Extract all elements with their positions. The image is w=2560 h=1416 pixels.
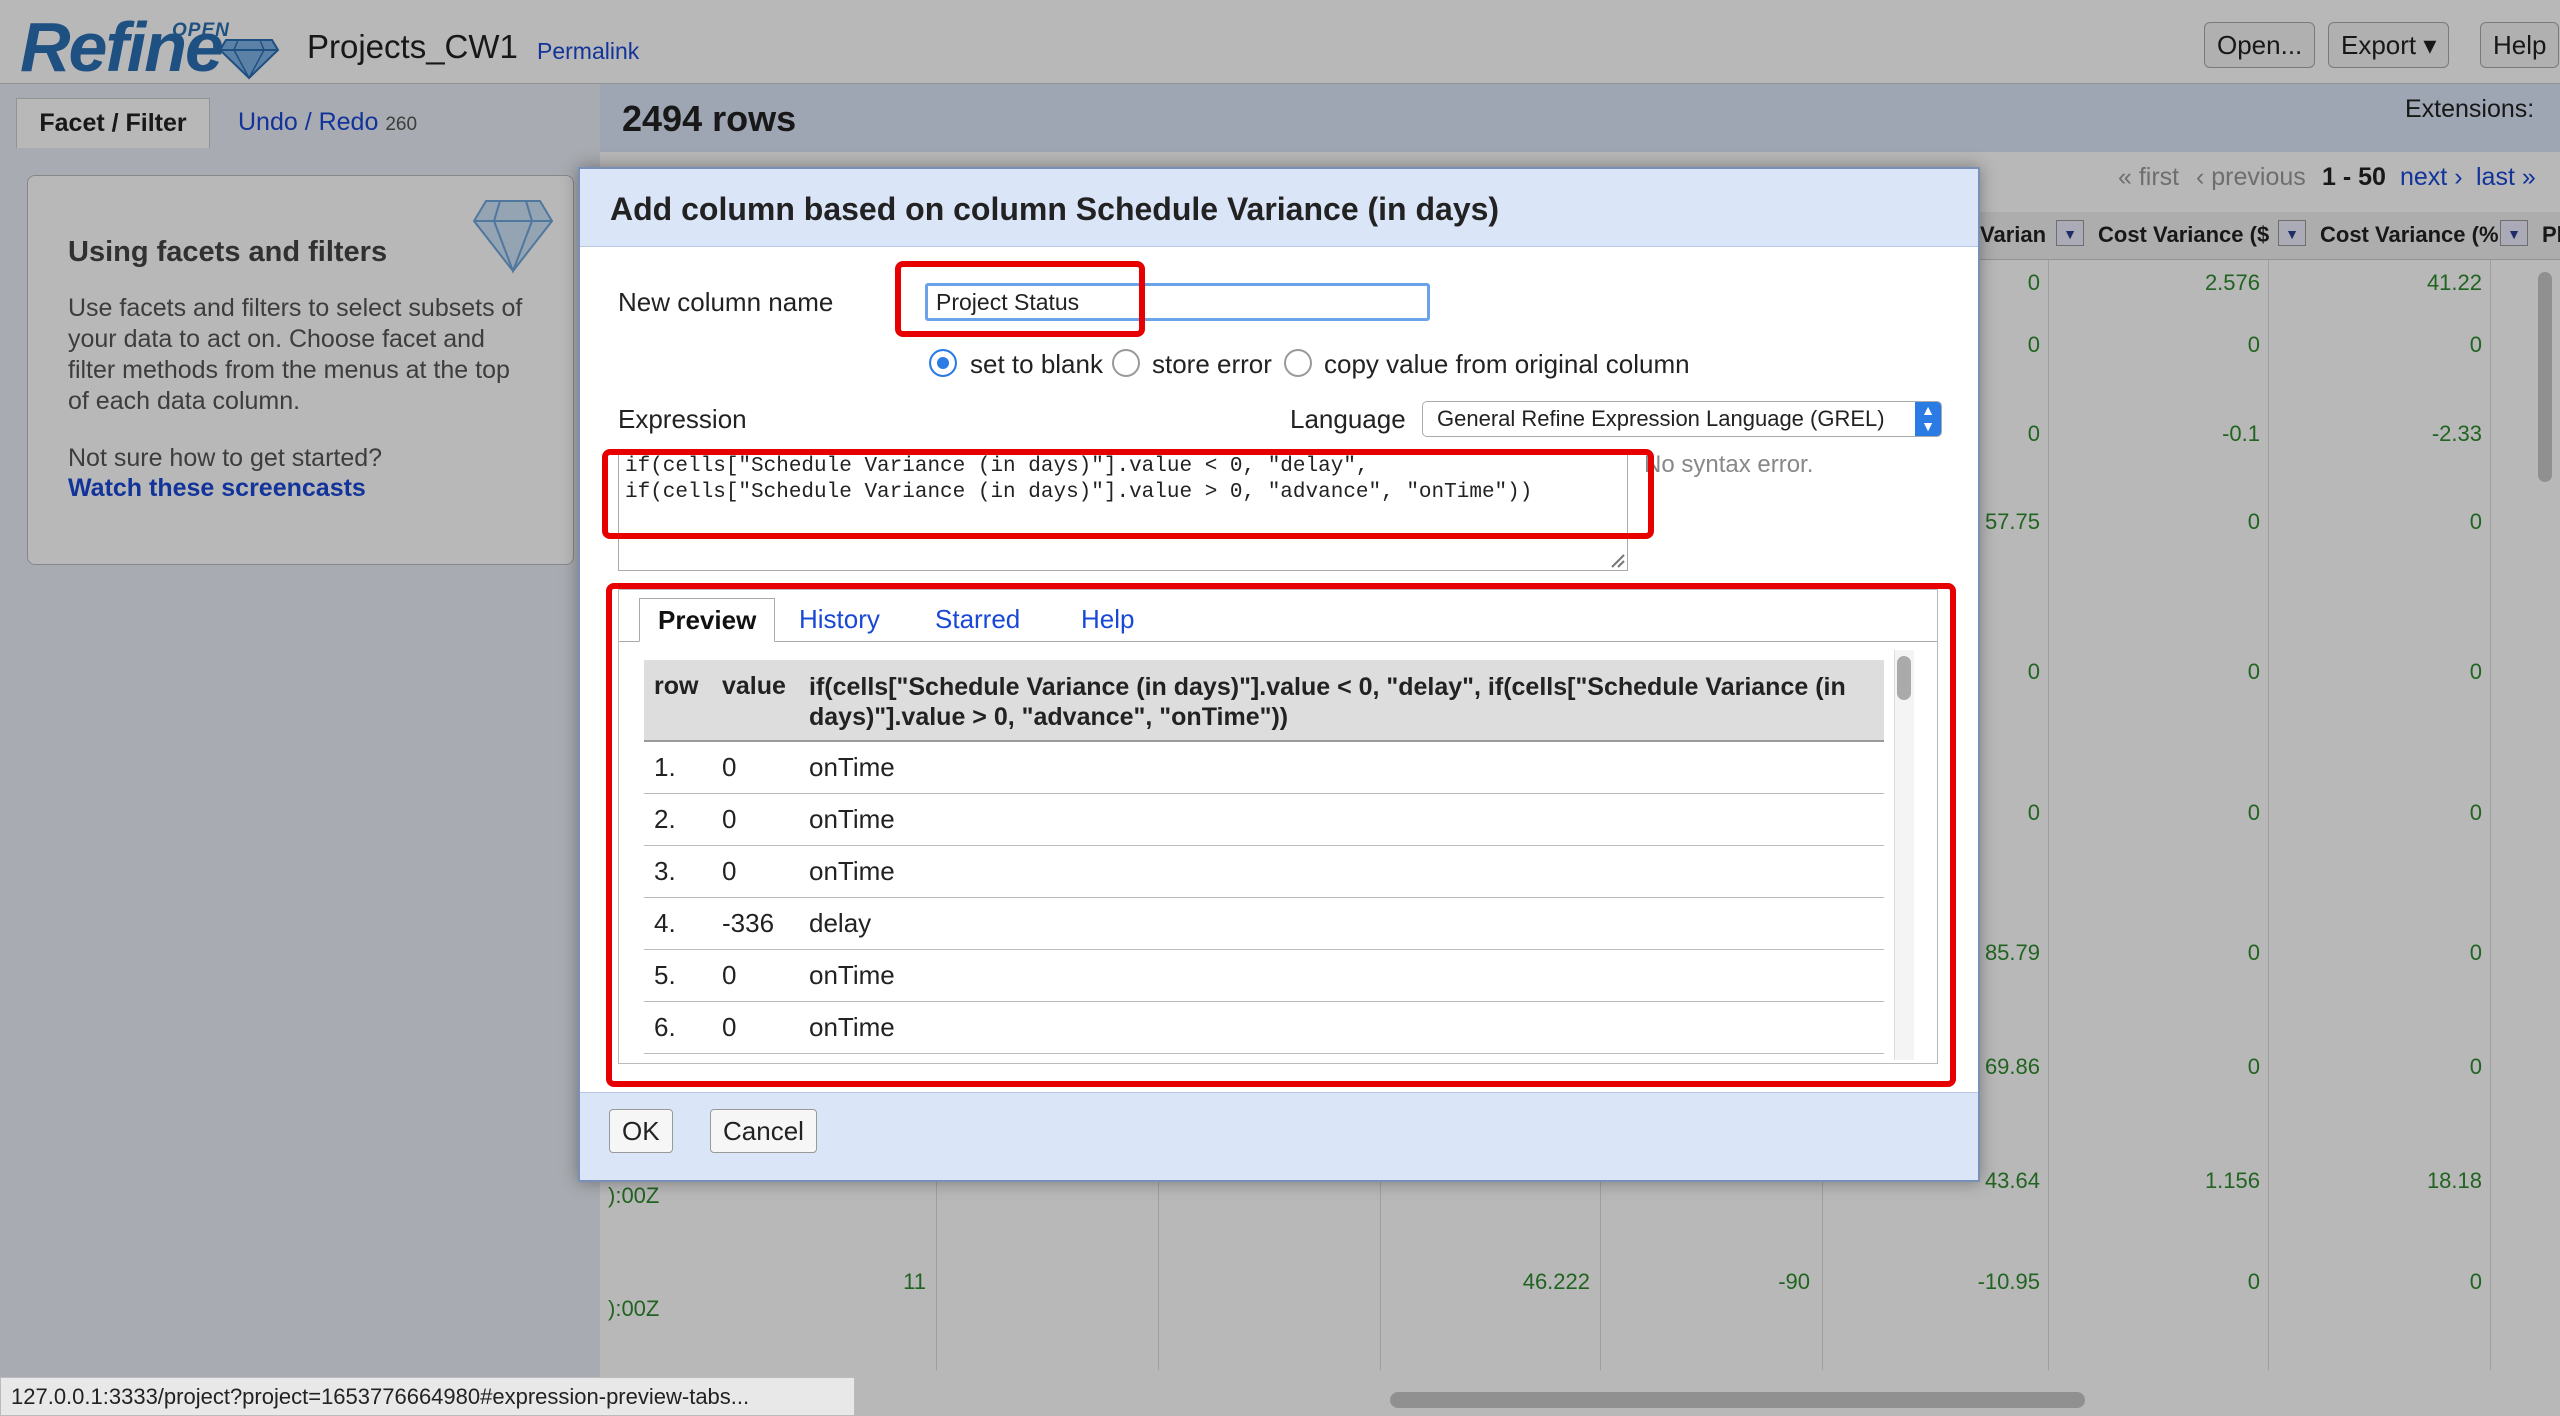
resize-handle-icon[interactable]: [1610, 553, 1626, 569]
highlight-preview: [606, 583, 1956, 1087]
highlight-expression: [602, 449, 1654, 539]
language-label: Language: [1290, 404, 1406, 434]
language-select[interactable]: General Refine Expression Language (GREL…: [1422, 401, 1942, 437]
select-arrows-icon: ▲ ▼: [1915, 402, 1941, 436]
cancel-button[interactable]: Cancel: [710, 1109, 817, 1153]
add-column-dialog: Add column based on column Schedule Vari…: [578, 167, 1980, 1182]
on-error-copy-value-label[interactable]: copy value from original column: [1324, 349, 1690, 380]
new-column-label: New column name: [618, 287, 834, 317]
on-error-copy-value-radio[interactable]: [1284, 349, 1312, 377]
syntax-status: No syntax error.: [1644, 451, 1814, 478]
on-error-store-error-label[interactable]: store error: [1152, 349, 1272, 380]
on-error-store-error-radio[interactable]: [1112, 349, 1140, 377]
on-error-set-blank-radio[interactable]: [929, 349, 957, 377]
expression-label: Expression: [618, 404, 747, 434]
ok-button[interactable]: OK: [609, 1109, 673, 1153]
highlight-new-column-name: [895, 261, 1145, 337]
on-error-set-blank-label[interactable]: set to blank: [970, 349, 1103, 380]
dialog-title: Add column based on column Schedule Vari…: [580, 169, 1978, 247]
language-select-value: General Refine Expression Language (GREL…: [1437, 406, 1885, 431]
status-bar-url: 127.0.0.1:3333/project?project=165377666…: [0, 1377, 855, 1416]
